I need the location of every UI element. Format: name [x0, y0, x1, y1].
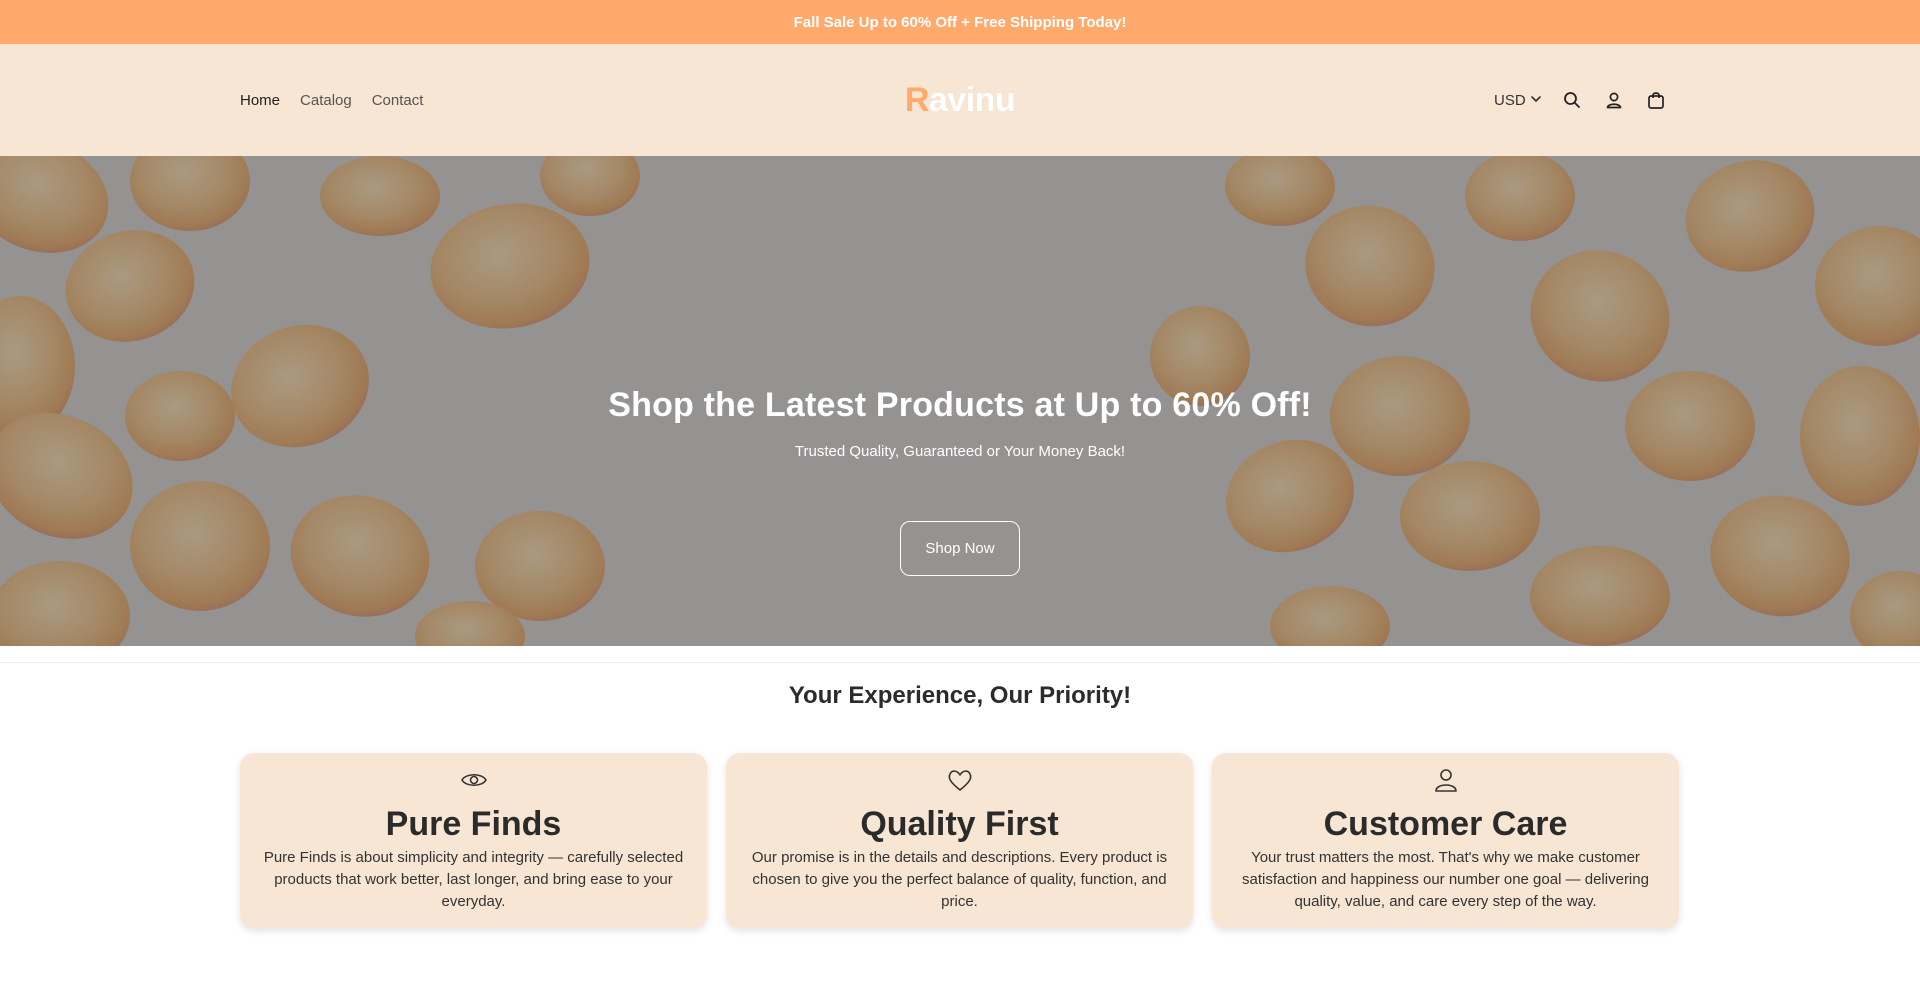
chevron-down-icon: [1530, 92, 1542, 109]
header-tools: USD: [1494, 44, 1668, 156]
feature-text: Pure Finds is about simplicity and integ…: [263, 849, 684, 910]
main-nav: Home Catalog Contact: [240, 44, 423, 156]
heart-icon: [726, 767, 1193, 793]
currency-label: USD: [1494, 91, 1526, 109]
hero-subtitle: Trusted Quality, Guaranteed or Your Mone…: [794, 443, 1126, 460]
announcement-text: Fall Sale Up to 60% Off + Free Shipping …: [793, 13, 1127, 31]
user-icon: [1212, 767, 1679, 793]
site-header: Home Catalog Contact Ravinu USD: [0, 44, 1920, 156]
logo-initial: R: [904, 80, 930, 119]
feature-card-customer-care: Customer Care Your trust matters the mos…: [1212, 753, 1679, 928]
feature-title: Customer Care: [1323, 805, 1568, 843]
hero-title: Shop the Latest Products at Up to 60% Of…: [608, 386, 1312, 424]
nav-item-catalog[interactable]: Catalog: [300, 92, 352, 109]
feature-text: Our promise is in the details and descri…: [751, 849, 1168, 910]
feature-text: Your trust matters the most. That's why …: [1242, 849, 1649, 910]
cart-icon[interactable]: [1644, 88, 1668, 112]
site-logo[interactable]: Ravinu: [900, 78, 1020, 122]
feature-card-pure-finds: Pure Finds Pure Finds is about simplicit…: [240, 753, 707, 928]
nav-item-home[interactable]: Home: [240, 92, 280, 109]
search-icon[interactable]: [1560, 88, 1584, 112]
feature-title: Pure Finds: [385, 805, 562, 843]
currency-selector[interactable]: USD: [1494, 92, 1542, 109]
account-icon[interactable]: [1602, 88, 1626, 112]
nav-item-contact[interactable]: Contact: [372, 92, 424, 109]
announcement-bar: Fall Sale Up to 60% Off + Free Shipping …: [0, 0, 1920, 44]
logo-text: avinu: [928, 80, 1016, 119]
feature-card-quality-first: Quality First Our promise is in the deta…: [726, 753, 1193, 928]
features-title: Your Experience, Our Priority!: [788, 682, 1132, 709]
feature-title: Quality First: [860, 805, 1059, 843]
hero-content: Shop the Latest Products at Up to 60% Of…: [0, 386, 1920, 576]
eye-icon: [240, 767, 707, 793]
shop-now-button[interactable]: Shop Now: [900, 521, 1020, 576]
hero-banner: Shop the Latest Products at Up to 60% Of…: [0, 156, 1920, 646]
section-divider: [0, 662, 1920, 663]
